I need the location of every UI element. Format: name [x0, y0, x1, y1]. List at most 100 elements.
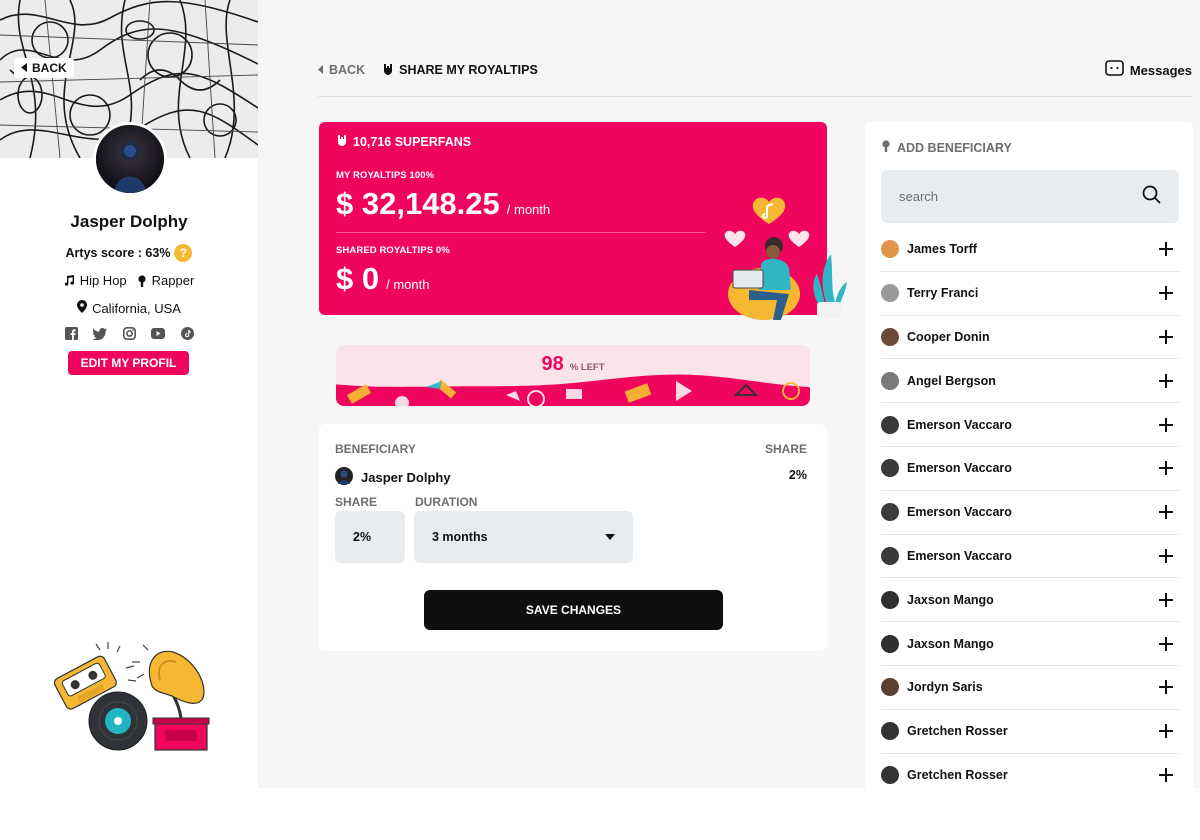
profile-back-button[interactable]: BACK — [14, 58, 74, 78]
youtube-icon[interactable] — [151, 326, 166, 341]
back-link[interactable]: BACK — [318, 63, 365, 77]
beneficiary-column-header: BENEFICIARY — [335, 442, 416, 456]
page-title-text: SHARE MY ROYALTIPS — [399, 63, 538, 77]
messages-label: Messages — [1129, 62, 1192, 78]
my-royaltips-amount: $ 32,148.25 — [336, 186, 500, 221]
list-item[interactable]: Jaxson Mango — [881, 578, 1179, 623]
share-input[interactable]: 2% — [335, 511, 405, 563]
microphone-icon — [137, 274, 147, 287]
beneficiary-list: James Torff Terry Franci Cooper Donin Angel… — [881, 228, 1179, 788]
plus-icon[interactable] — [1159, 286, 1173, 301]
artys-score: Artys score : 63% ? — [0, 244, 258, 262]
beneficiary-option-name: Angel Bergson — [907, 373, 996, 388]
beneficiary-option-name: Cooper Donin — [907, 329, 990, 344]
beneficiary-option-name: Jaxson Mango — [907, 592, 994, 607]
artys-score-text: Artys score : 63% — [65, 246, 171, 260]
edit-profile-button[interactable]: EDIT MY PROFIL — [68, 351, 189, 375]
my-royaltips-row: $ 32,148.25 / month — [336, 186, 550, 222]
genre-tag: Hip Hop — [64, 273, 127, 288]
plus-icon[interactable] — [1159, 767, 1173, 782]
save-changes-button[interactable]: SAVE CHANGES — [424, 590, 723, 630]
plus-icon[interactable] — [1159, 724, 1173, 739]
instagram-icon[interactable] — [122, 326, 137, 341]
genre-label: Hip Hop — [79, 273, 127, 288]
avatar — [881, 765, 899, 784]
add-beneficiary-title: ADD BENEFICIARY — [881, 140, 1012, 155]
list-item[interactable]: Gretchen Rosser — [881, 710, 1179, 754]
list-item[interactable]: James Torff — [881, 228, 1179, 272]
beneficiary-option-name: Emerson Vaccaro — [907, 461, 1012, 476]
help-icon[interactable]: ? — [174, 244, 193, 262]
avatar — [881, 459, 899, 478]
beneficiary-option-name: Jaxson Mango — [907, 636, 994, 651]
plus-icon[interactable] — [1159, 548, 1173, 563]
beneficiary-option-name: Gretchen Rosser — [907, 767, 1008, 782]
back-label: BACK — [329, 63, 366, 77]
facebook-icon[interactable] — [64, 326, 79, 341]
messages-button[interactable]: Messages — [1105, 60, 1192, 80]
list-item[interactable]: Cooper Donin — [881, 316, 1179, 360]
percent-left-suffix: % LEFT — [569, 362, 605, 373]
beneficiary-option-name: James Torff — [907, 242, 977, 257]
list-item[interactable]: Emerson Vaccaro — [881, 447, 1179, 491]
beneficiary-option-name: Emerson Vaccaro — [907, 417, 1012, 432]
selected-beneficiary: Jasper Dolphy — [335, 467, 451, 488]
search-icon[interactable] — [1142, 185, 1161, 209]
plus-icon[interactable] — [1159, 417, 1173, 432]
plus-icon[interactable] — [1159, 592, 1173, 607]
twitter-icon[interactable] — [93, 326, 108, 341]
avatar — [881, 590, 899, 609]
list-item[interactable]: Jordyn Saris — [881, 666, 1179, 710]
avatar — [881, 327, 899, 346]
header-divider — [318, 96, 1192, 97]
listener-illustration — [719, 194, 849, 326]
add-beneficiary-label: ADD BENEFICIARY — [897, 140, 1012, 155]
share-column-header: SHARE — [764, 442, 807, 456]
list-item[interactable]: Terry Franci — [881, 272, 1179, 316]
shared-royaltips-label: SHARED ROYALTIPS 0% — [336, 245, 450, 256]
list-item[interactable]: Gretchen Rosser — [881, 754, 1179, 788]
role-tag: Rapper — [137, 273, 195, 288]
social-links — [0, 326, 258, 341]
percent-left: 98 % LEFT — [336, 353, 810, 376]
plus-icon[interactable] — [1159, 636, 1173, 651]
plus-icon[interactable] — [1159, 242, 1173, 257]
list-item[interactable]: Emerson Vaccaro — [881, 403, 1179, 447]
plus-icon[interactable] — [1159, 461, 1173, 476]
list-item[interactable]: Emerson Vaccaro — [881, 535, 1179, 579]
list-item[interactable]: Jaxson Mango — [881, 622, 1179, 666]
list-item[interactable]: Emerson Vaccaro — [881, 491, 1179, 535]
search-box — [881, 170, 1179, 223]
duration-value: 3 months — [432, 530, 488, 544]
profile-genres: Hip Hop Rapper — [0, 273, 258, 288]
avatar — [881, 371, 899, 390]
caret-left-icon — [21, 61, 27, 75]
plus-icon[interactable] — [1159, 373, 1173, 388]
avatar — [881, 678, 899, 697]
avatar — [93, 122, 167, 196]
percent-left-value: 98 — [541, 353, 564, 375]
plus-icon[interactable] — [1159, 680, 1173, 695]
rock-hand-icon — [337, 134, 347, 149]
plus-icon[interactable] — [1159, 329, 1173, 344]
chat-bubble-icon — [1105, 60, 1124, 80]
page-title: SHARE MY ROYALTIPS — [383, 63, 538, 78]
duration-select[interactable]: 3 months — [414, 511, 633, 563]
profile-back-label: BACK — [32, 61, 67, 75]
rock-hand-icon — [383, 63, 393, 78]
search-input[interactable] — [899, 189, 1142, 204]
beneficiary-option-name: Emerson Vaccaro — [907, 548, 1012, 563]
shared-royaltips-amount: $ 0 — [336, 261, 380, 296]
list-item[interactable]: Angel Bergson — [881, 359, 1179, 404]
tiktok-icon[interactable] — [180, 326, 195, 341]
caret-left-icon — [318, 63, 323, 77]
profile-name: Jasper Dolphy — [70, 212, 188, 231]
beneficiary-option-name: Terry Franci — [907, 286, 979, 301]
beneficiary-share: 2% — [788, 468, 807, 482]
avatar — [881, 415, 899, 434]
plus-icon[interactable] — [1159, 505, 1173, 520]
superfans-count: 10,716 SUPERFANS — [337, 134, 471, 149]
duration-field-label: DURATION — [415, 495, 478, 509]
royaltips-stats-card: 10,716 SUPERFANS MY ROYALTIPS 100% $ 32,… — [319, 122, 847, 320]
role-label: Rapper — [151, 273, 195, 288]
